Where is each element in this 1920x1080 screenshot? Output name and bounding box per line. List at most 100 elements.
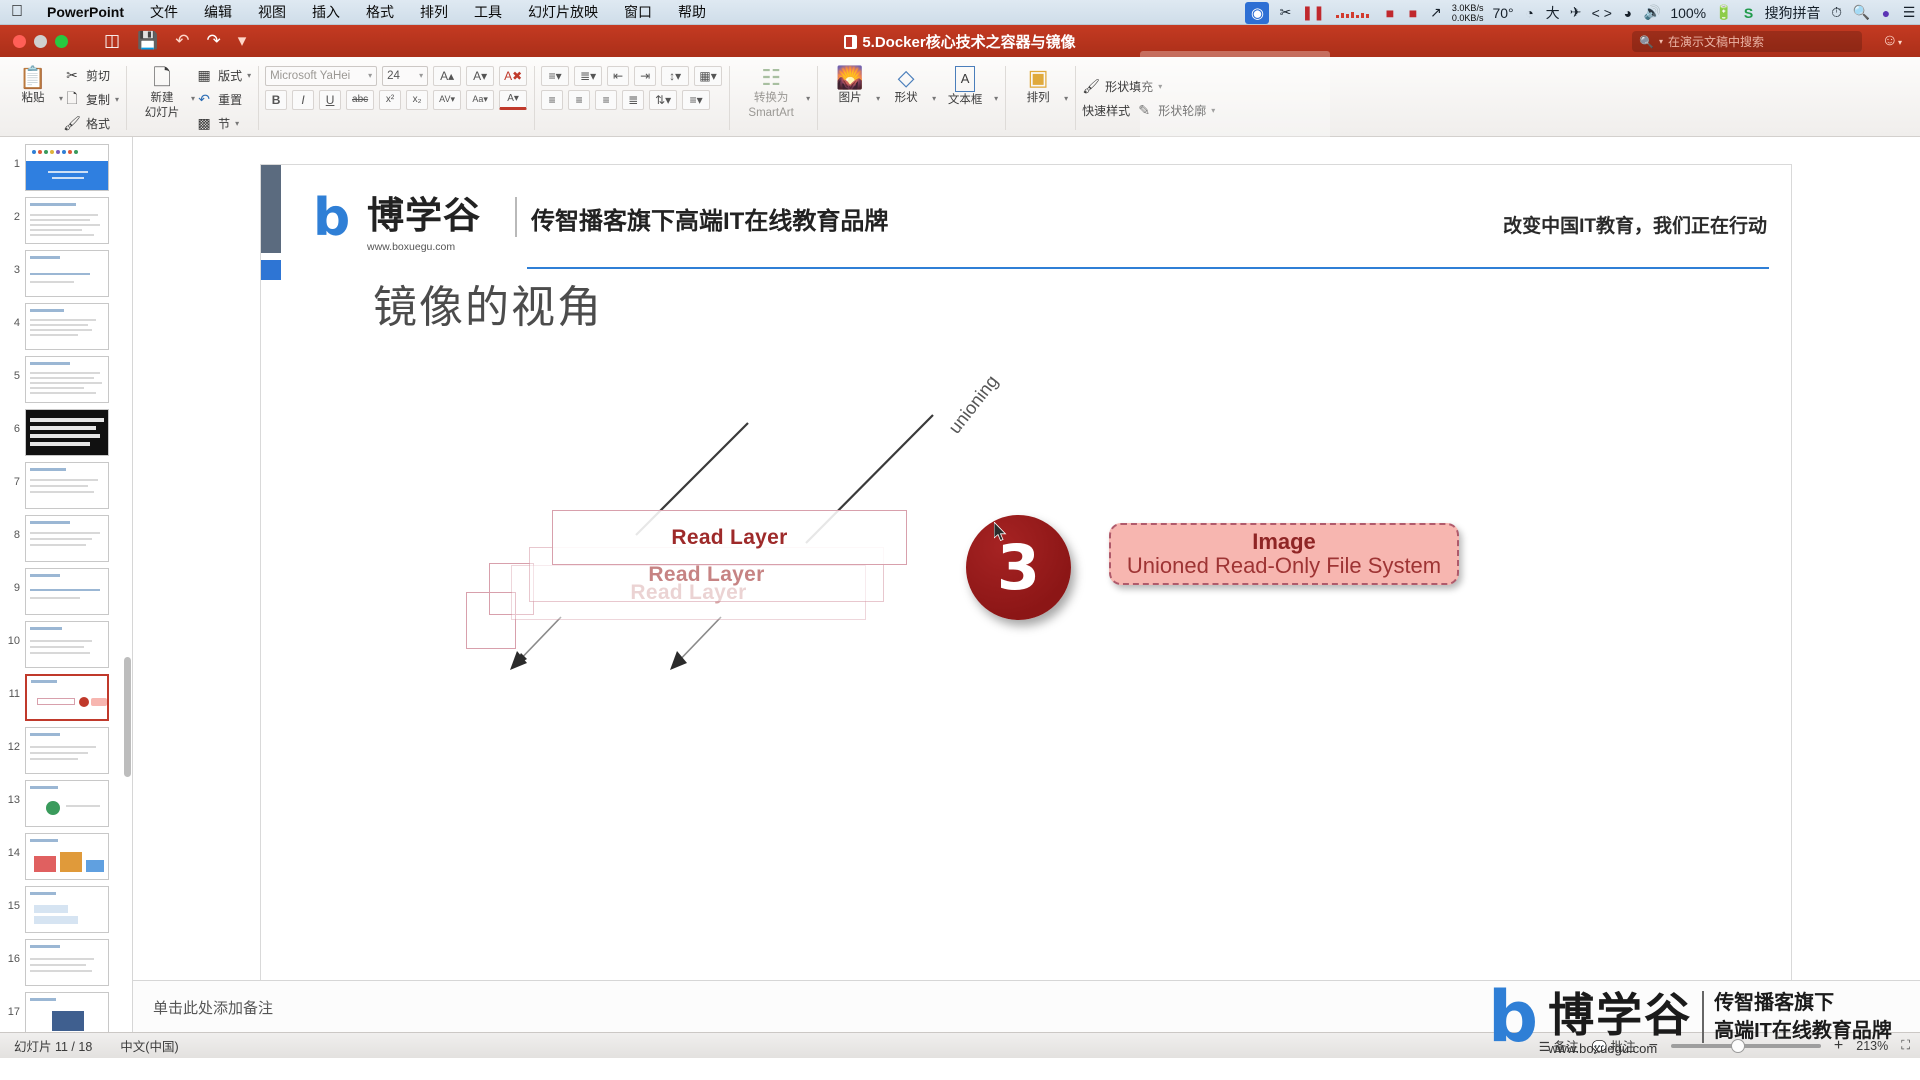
menu-item-view[interactable]: 视图 [245, 2, 299, 22]
notes-pane[interactable]: 单击此处添加备注 [133, 980, 1920, 1032]
code-icon[interactable]: < > [1592, 0, 1612, 25]
list-item[interactable]: 5 [0, 352, 132, 405]
notes-toggle-button[interactable]: ☰ 备注 [1539, 1036, 1579, 1055]
section-button[interactable]: ▩ 节 ▾ [195, 113, 251, 134]
slide-thumbnail-6[interactable] [25, 409, 109, 456]
format-painter-button[interactable]: 🖌 格式 [63, 113, 119, 134]
apple-menu-icon[interactable]:  [0, 3, 34, 21]
search-dropdown-icon[interactable]: ▾ [1659, 37, 1663, 46]
list-item[interactable]: 9 [0, 564, 132, 617]
menu-item-insert[interactable]: 插入 [299, 2, 353, 22]
close-icon[interactable] [13, 34, 26, 48]
align-right-icon[interactable]: ≡ [595, 89, 618, 110]
font-size-select[interactable]: 24 ▾ [382, 65, 429, 86]
menu-item-help[interactable]: 帮助 [665, 2, 719, 22]
network-arrows-icon[interactable]: ↗ [1429, 0, 1443, 25]
menu-item-arrange[interactable]: 排列 [407, 2, 461, 22]
slide-thumbnail-5[interactable] [25, 356, 109, 403]
menu-item-tools[interactable]: 工具 [461, 2, 515, 22]
menu-item-edit[interactable]: 编辑 [191, 2, 245, 22]
redo-icon[interactable]: ↷ [206, 31, 220, 51]
indent-decrease-icon[interactable]: ⇤ [607, 65, 630, 86]
shape-fill-button[interactable]: 🖌 形状填充 ▾ [1082, 76, 1215, 97]
layout-button[interactable]: ▦ 版式 ▾ [195, 65, 251, 86]
insert-picture-button[interactable]: 🌄 图片 [824, 62, 876, 105]
shape-outline-dropdown-icon[interactable]: ▾ [1211, 106, 1215, 115]
input-method-label[interactable]: 搜狗拼音 [1765, 0, 1821, 25]
slide-thumbnail-13[interactable] [25, 780, 109, 827]
section-dropdown-icon[interactable]: ▾ [235, 119, 239, 128]
slide-thumbnail-4[interactable] [25, 303, 109, 350]
slide-thumbnail-15[interactable] [25, 886, 109, 933]
zoom-slider[interactable] [1670, 1038, 1821, 1053]
slide-thumbnail-1[interactable] [25, 144, 109, 191]
zoom-in-button[interactable]: + [1834, 1037, 1843, 1055]
scissors-icon[interactable]: ✂ [1278, 0, 1292, 25]
indent-increase-icon[interactable]: ⇥ [634, 65, 657, 86]
pause-icon[interactable]: ❚❚ [1301, 0, 1324, 25]
text-direction-icon[interactable]: ⇅▾ [649, 89, 678, 110]
zoom-out-button[interactable]: − [1649, 1037, 1658, 1055]
numbering-icon[interactable]: ≣▾ [574, 65, 603, 86]
align-text-icon[interactable]: ≡▾ [682, 89, 711, 110]
save-icon[interactable]: 💾 [137, 31, 158, 51]
slide-thumbnail-14[interactable] [25, 833, 109, 880]
notes-placeholder[interactable]: 单击此处添加备注 [153, 997, 273, 1018]
copy-dropdown-icon[interactable]: ▾ [115, 95, 119, 104]
list-item[interactable]: 12 [0, 723, 132, 776]
reset-button[interactable]: ↶ 重置 [195, 89, 251, 110]
insert-shape-button[interactable]: ◇ 形状 [880, 62, 932, 105]
list-item[interactable]: 2 [0, 193, 132, 246]
bullets-icon[interactable]: ≡▾ [541, 65, 570, 86]
subscript-button[interactable]: x₂ [406, 89, 429, 110]
slide-canvas[interactable]: b 博学谷 www.boxuegu.com 传智播客旗下高端IT在线教育品牌 改… [261, 165, 1791, 1020]
customize-icon[interactable]: ▾ [238, 31, 247, 51]
slide-thumbnail-7[interactable] [25, 462, 109, 509]
align-center-icon[interactable]: ≡ [568, 89, 591, 110]
paste-button[interactable]: 📋 粘贴 [7, 62, 59, 105]
list-item[interactable]: 4 [0, 299, 132, 352]
shape-outline-label[interactable]: 形状轮廓 [1158, 102, 1206, 119]
underline-button[interactable]: U [319, 89, 342, 110]
font-name-select[interactable]: Microsoft YaHei ▾ [265, 65, 378, 86]
microphone-icon[interactable]: ◔ [1523, 0, 1537, 25]
line-spacing-icon[interactable]: ↕▾ [661, 65, 690, 86]
font-color-button[interactable]: A▾ [499, 89, 528, 110]
zoom-slider-knob[interactable] [1730, 1038, 1745, 1053]
spotlight-search-icon[interactable]: 🔍 [1853, 0, 1870, 25]
quick-styles-button[interactable]: 快速样式 [1082, 102, 1130, 119]
disk-meter-icon[interactable]: ■ [1406, 0, 1420, 25]
wifi-icon[interactable]: ◕ [1621, 0, 1635, 25]
list-item[interactable]: 15 [0, 882, 132, 935]
smartart-dropdown-icon[interactable]: ▾ [806, 94, 810, 103]
list-item[interactable]: 16 [0, 935, 132, 988]
slide-thumbnail-2[interactable] [25, 197, 109, 244]
list-item[interactable]: 8 [0, 511, 132, 564]
slide-thumbnail-10[interactable] [25, 621, 109, 668]
obs-icon[interactable]: ◉ [1245, 1, 1270, 24]
list-item[interactable]: 3 [0, 246, 132, 299]
clear-formatting-button[interactable]: A✖ [499, 65, 528, 86]
maximize-icon[interactable] [55, 34, 68, 48]
thumbnail-scrollbar[interactable] [124, 657, 131, 777]
menu-item-slideshow[interactable]: 幻灯片放映 [515, 2, 611, 22]
arrange-dropdown-icon[interactable]: ▾ [1064, 94, 1068, 103]
input-source-icon[interactable]: 大 [1546, 0, 1560, 25]
cut-button[interactable]: ✂ 剪切 [63, 65, 119, 86]
new-slide-button[interactable]: 🗋 新建 幻灯片 [133, 62, 191, 120]
slide-editing-area[interactable]: b 博学谷 www.boxuegu.com 传智播客旗下高端IT在线教育品牌 改… [133, 137, 1920, 1058]
volume-icon[interactable]: 🔊 [1644, 0, 1661, 25]
slide-thumbnail-12[interactable] [25, 727, 109, 774]
menu-item-window[interactable]: 窗口 [611, 2, 665, 22]
decrease-font-size-button[interactable]: A▾ [466, 65, 495, 86]
slide-thumbnail-pane[interactable]: 1 2 3 4 5 6 7 8 9 10 11 12 13 14 15 16 1… [0, 137, 133, 1058]
sogou-icon[interactable]: S [1742, 0, 1756, 25]
shape-fill-dropdown-icon[interactable]: ▾ [1158, 82, 1162, 91]
list-item[interactable]: 7 [0, 458, 132, 511]
slide-thumbnail-8[interactable] [25, 515, 109, 562]
insert-textbox-button[interactable]: A 文本框 [936, 62, 994, 107]
read-layer-box-1[interactable]: Read Layer [552, 510, 907, 565]
list-item[interactable]: 1 [0, 140, 132, 193]
textbox-dropdown-icon[interactable]: ▾ [994, 94, 998, 103]
battery-icon[interactable]: 🔋 [1715, 0, 1732, 25]
